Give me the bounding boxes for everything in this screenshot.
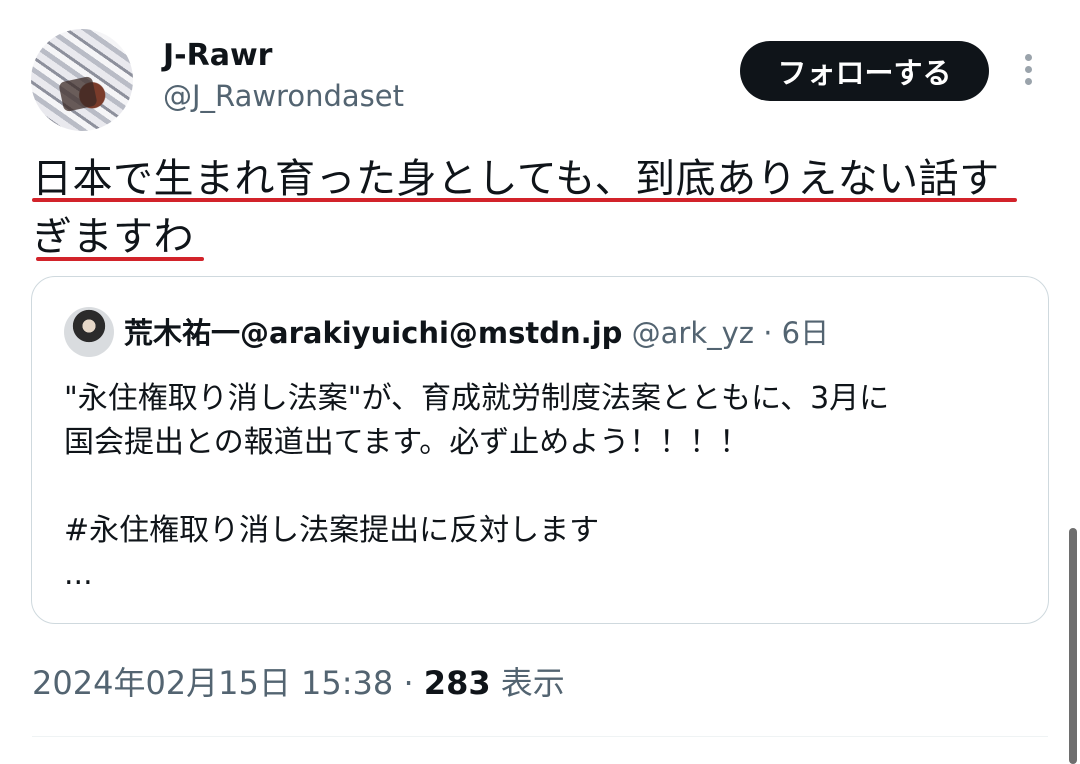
quoted-tweet-card[interactable]: 荒木祐一@arakiyuichi@mstdn.jp @ark_yz · 6日 "…: [31, 276, 1049, 624]
red-underline-1: [32, 198, 1017, 202]
red-underline-2: [36, 257, 204, 261]
tweet-meta: 2024年02月15日 15:38 · 283 表示: [32, 662, 565, 704]
quoted-meta-separator: ·: [763, 316, 773, 350]
quoted-author-name[interactable]: 荒木祐一@arakiyuichi@mstdn.jp: [124, 316, 622, 350]
quoted-tweet-body: "永住権取り消し法案"が、育成就労制度法案とともに、3月に 国会提出との報道出て…: [64, 381, 890, 592]
author-avatar[interactable]: [31, 29, 133, 131]
quoted-author-handle[interactable]: @ark_yz: [632, 316, 754, 350]
quoted-tweet-header: 荒木祐一@arakiyuichi@mstdn.jp @ark_yz · 6日: [124, 313, 829, 353]
author-name[interactable]: J-Rawr: [163, 38, 272, 74]
divider: [32, 736, 1048, 737]
tweet-text-line-1: 日本で生まれ育った身としても、到底ありえない話す: [32, 156, 1000, 202]
tweet-text-line-2: ぎますわ: [32, 214, 194, 260]
quoted-tweet-time[interactable]: 6日: [782, 316, 829, 350]
view-count-label: 表示: [500, 664, 565, 702]
view-count: 283: [423, 664, 491, 702]
follow-button[interactable]: フォローする: [740, 41, 989, 101]
scrollbar[interactable]: [1069, 528, 1077, 764]
tweet-timestamp[interactable]: 2024年02月15日 15:38: [32, 664, 393, 702]
tweet-text: 日本で生まれ育った身としても、到底ありえない話す ぎますわ: [32, 150, 1032, 266]
quoted-author-avatar[interactable]: [64, 307, 114, 357]
meta-separator: ·: [403, 664, 414, 702]
more-options-icon[interactable]: [1016, 54, 1040, 88]
author-handle[interactable]: @J_Rawrondaset: [163, 78, 404, 114]
